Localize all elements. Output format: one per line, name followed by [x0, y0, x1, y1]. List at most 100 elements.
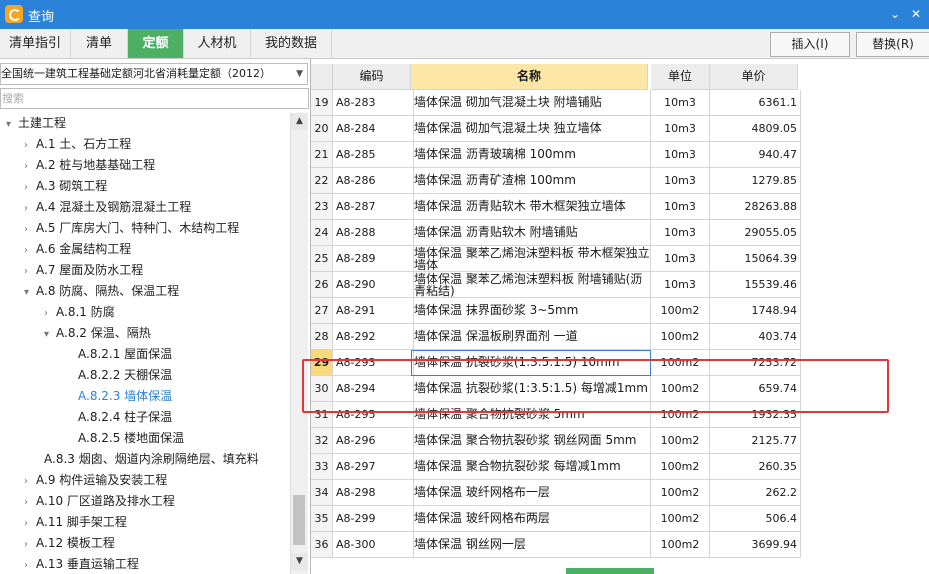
collapse-caret-icon[interactable]: ›: [24, 156, 36, 177]
tree-node[interactable]: ▾ A.8.2 保温、隔热: [44, 323, 151, 344]
table-row[interactable]: 21 A8-285 墙体保温 沥青玻璃棉 100mm 10m3 940.47: [311, 142, 801, 168]
tab-bill[interactable]: 清单: [71, 29, 128, 58]
price-cell: 940.47: [710, 142, 801, 168]
tree-node-label: A.2 桩与地基基础工程: [36, 158, 156, 172]
tree-node[interactable]: › A.12 模板工程: [24, 533, 115, 554]
table-row[interactable]: 19 A8-283 墙体保温 砌加气混凝土块 附墙铺贴 10m3 6361.1: [311, 90, 801, 116]
tree-node[interactable]: ▾ A.8 防腐、隔热、保温工程: [24, 281, 179, 302]
name-cell: 墙体保温 聚苯乙烯泡沫塑料板 附墙铺贴(沥青粘结): [411, 272, 651, 298]
quota-library-select[interactable]: 全国统一建筑工程基础定额河北省消耗量定额（2012） ▼: [0, 63, 308, 85]
panel-resize-handle[interactable]: [566, 568, 654, 574]
unit-cell: 100m2: [651, 506, 710, 532]
tree-node[interactable]: › A.13 垂直运输工程: [24, 554, 139, 574]
row-index: 34: [311, 480, 333, 506]
tree-node[interactable]: › A.6 金属结构工程: [24, 239, 131, 260]
tree-scrollbar[interactable]: ▲ ▼: [290, 113, 308, 574]
header-price[interactable]: 单价: [710, 64, 798, 90]
collapse-caret-icon[interactable]: ›: [24, 555, 36, 574]
expand-caret-icon[interactable]: ▾: [44, 324, 56, 345]
name-cell: 墙体保温 钢丝网一层: [411, 532, 651, 558]
tree-node[interactable]: › A.9 构件运输及安装工程: [24, 470, 167, 491]
header-unit[interactable]: 单位: [651, 64, 710, 90]
scrollbar-thumb[interactable]: [293, 495, 305, 545]
tree-node[interactable]: A.8.2.4 柱子保温: [78, 407, 172, 428]
tree-node[interactable]: › A.1 土、石方工程: [24, 134, 131, 155]
tree-node[interactable]: › A.7 屋面及防水工程: [24, 260, 143, 281]
scroll-down-icon[interactable]: ▼: [291, 553, 308, 570]
name-cell: 墙体保温 砌加气混凝土块 独立墙体: [411, 116, 651, 142]
tab-labor-material[interactable]: 人材机: [184, 29, 251, 58]
chevron-down-icon[interactable]: ⌄: [886, 5, 904, 23]
tab-bill-guide[interactable]: 清单指引: [0, 29, 71, 58]
dropdown-arrow-icon[interactable]: ▼: [296, 64, 303, 84]
collapse-caret-icon[interactable]: ›: [24, 471, 36, 492]
collapse-caret-icon[interactable]: ›: [24, 513, 36, 534]
header-name[interactable]: 名称: [411, 64, 648, 90]
table-row[interactable]: 20 A8-284 墙体保温 砌加气混凝土块 独立墙体 10m3 4809.05: [311, 116, 801, 142]
tab-my-data[interactable]: 我的数据: [251, 29, 332, 58]
tree-node[interactable]: › A.4 混凝土及钢筋混凝土工程: [24, 197, 191, 218]
collapse-caret-icon[interactable]: ›: [24, 198, 36, 219]
replace-button[interactable]: 替换(R): [856, 32, 929, 57]
tree-node-label: A.8.2.5 楼地面保温: [78, 431, 185, 445]
tree-node[interactable]: A.8.2.1 屋面保温: [78, 344, 172, 365]
expand-caret-icon[interactable]: ▾: [6, 114, 18, 135]
tree-node-label: A.4 混凝土及钢筋混凝土工程: [36, 200, 192, 214]
tree-node-label: A.1 土、石方工程: [36, 137, 132, 151]
collapse-caret-icon[interactable]: ›: [24, 219, 36, 240]
tree-node[interactable]: A.8.2.3 墙体保温: [78, 386, 172, 407]
collapse-caret-icon[interactable]: ›: [44, 303, 56, 324]
scroll-up-icon[interactable]: ▲: [291, 113, 308, 130]
code-cell: A8-284: [333, 116, 414, 142]
tree-node[interactable]: › A.8.1 防腐: [44, 302, 115, 323]
collapse-caret-icon[interactable]: ›: [24, 240, 36, 261]
collapse-caret-icon[interactable]: ›: [24, 261, 36, 282]
tree-node[interactable]: › A.10 厂区道路及排水工程: [24, 491, 175, 512]
table-row[interactable]: 25 A8-289 墙体保温 聚苯乙烯泡沫塑料板 带木框架独立墙体 10m3 15064…: [311, 246, 801, 272]
price-cell: 403.74: [710, 324, 801, 350]
tree-node[interactable]: A.8.2.2 天棚保温: [78, 365, 172, 386]
row-index: 21: [311, 142, 333, 168]
table-row[interactable]: 23 A8-287 墙体保温 沥青贴软木 带木框架独立墙体 10m3 28263.88: [311, 194, 801, 220]
tree-node[interactable]: ▾ 土建工程: [6, 113, 66, 134]
tree-node[interactable]: A.8.3 烟囱、烟道内涂刷隔绝层、填充料: [44, 449, 259, 470]
close-icon[interactable]: ✕: [907, 5, 925, 23]
table-row[interactable]: 35 A8-299 墙体保温 玻纤网格布两层 100m2 506.4: [311, 506, 801, 532]
tree-node[interactable]: › A.3 砌筑工程: [24, 176, 107, 197]
code-cell: A8-283: [333, 90, 414, 116]
name-cell: 墙体保温 聚苯乙烯泡沫塑料板 带木框架独立墙体: [411, 246, 651, 272]
collapse-caret-icon[interactable]: ›: [24, 492, 36, 513]
row-index: 24: [311, 220, 333, 246]
tree-node[interactable]: › A.11 脚手架工程: [24, 512, 127, 533]
collapse-caret-icon[interactable]: ›: [24, 534, 36, 555]
tree-node-label: A.8.3 烟囱、烟道内涂刷隔绝层、填充料: [44, 452, 259, 466]
insert-button[interactable]: 插入(I): [770, 32, 850, 57]
tree-node-label: A.7 屋面及防水工程: [36, 263, 144, 277]
expand-caret-icon[interactable]: ▾: [24, 282, 36, 303]
table-row[interactable]: 27 A8-291 墙体保温 抹界面砂浆 3~5mm 100m2 1748.94: [311, 298, 801, 324]
tab-quota[interactable]: 定额: [128, 29, 184, 58]
tree-node[interactable]: A.8.2.5 楼地面保温: [78, 428, 184, 449]
name-cell: 墙体保温 沥青矿渣棉 100mm: [411, 168, 651, 194]
table-row[interactable]: 32 A8-296 墙体保温 聚合物抗裂砂浆 钢丝网面 5mm 100m2 2125.7…: [311, 428, 801, 454]
collapse-caret-icon[interactable]: ›: [24, 135, 36, 156]
table-row[interactable]: 26 A8-290 墙体保温 聚苯乙烯泡沫塑料板 附墙铺贴(沥青粘结) 10m3 155…: [311, 272, 801, 298]
table-row[interactable]: 33 A8-297 墙体保温 聚合物抗裂砂浆 每增减1mm 100m2 260.35: [311, 454, 801, 480]
tree-node[interactable]: › A.5 厂库房大门、特种门、木结构工程: [24, 218, 239, 239]
name-cell: 墙体保温 沥青贴软木 带木框架独立墙体: [411, 194, 651, 220]
search-input[interactable]: 搜索: [0, 88, 309, 109]
table-row[interactable]: 36 A8-300 墙体保温 钢丝网一层 100m2 3699.94: [311, 532, 801, 558]
table-row[interactable]: 22 A8-286 墙体保温 沥青矿渣棉 100mm 10m3 1279.85: [311, 168, 801, 194]
collapse-caret-icon[interactable]: ›: [24, 177, 36, 198]
unit-cell: 100m2: [651, 480, 710, 506]
code-cell: A8-287: [333, 194, 414, 220]
table-row[interactable]: 34 A8-298 墙体保温 玻纤网格布一层 100m2 262.2: [311, 480, 801, 506]
code-cell: A8-292: [333, 324, 414, 350]
table-row[interactable]: 24 A8-288 墙体保温 沥青贴软木 附墙铺贴 10m3 29055.05: [311, 220, 801, 246]
tree-node[interactable]: › A.2 桩与地基基础工程: [24, 155, 155, 176]
table-row[interactable]: 28 A8-292 墙体保温 保温板刷界面剂 一道 100m2 403.74: [311, 324, 801, 350]
unit-cell: 100m2: [651, 298, 710, 324]
unit-cell: 10m3: [651, 272, 710, 298]
code-cell: A8-285: [333, 142, 414, 168]
header-code[interactable]: 编码: [333, 64, 411, 90]
